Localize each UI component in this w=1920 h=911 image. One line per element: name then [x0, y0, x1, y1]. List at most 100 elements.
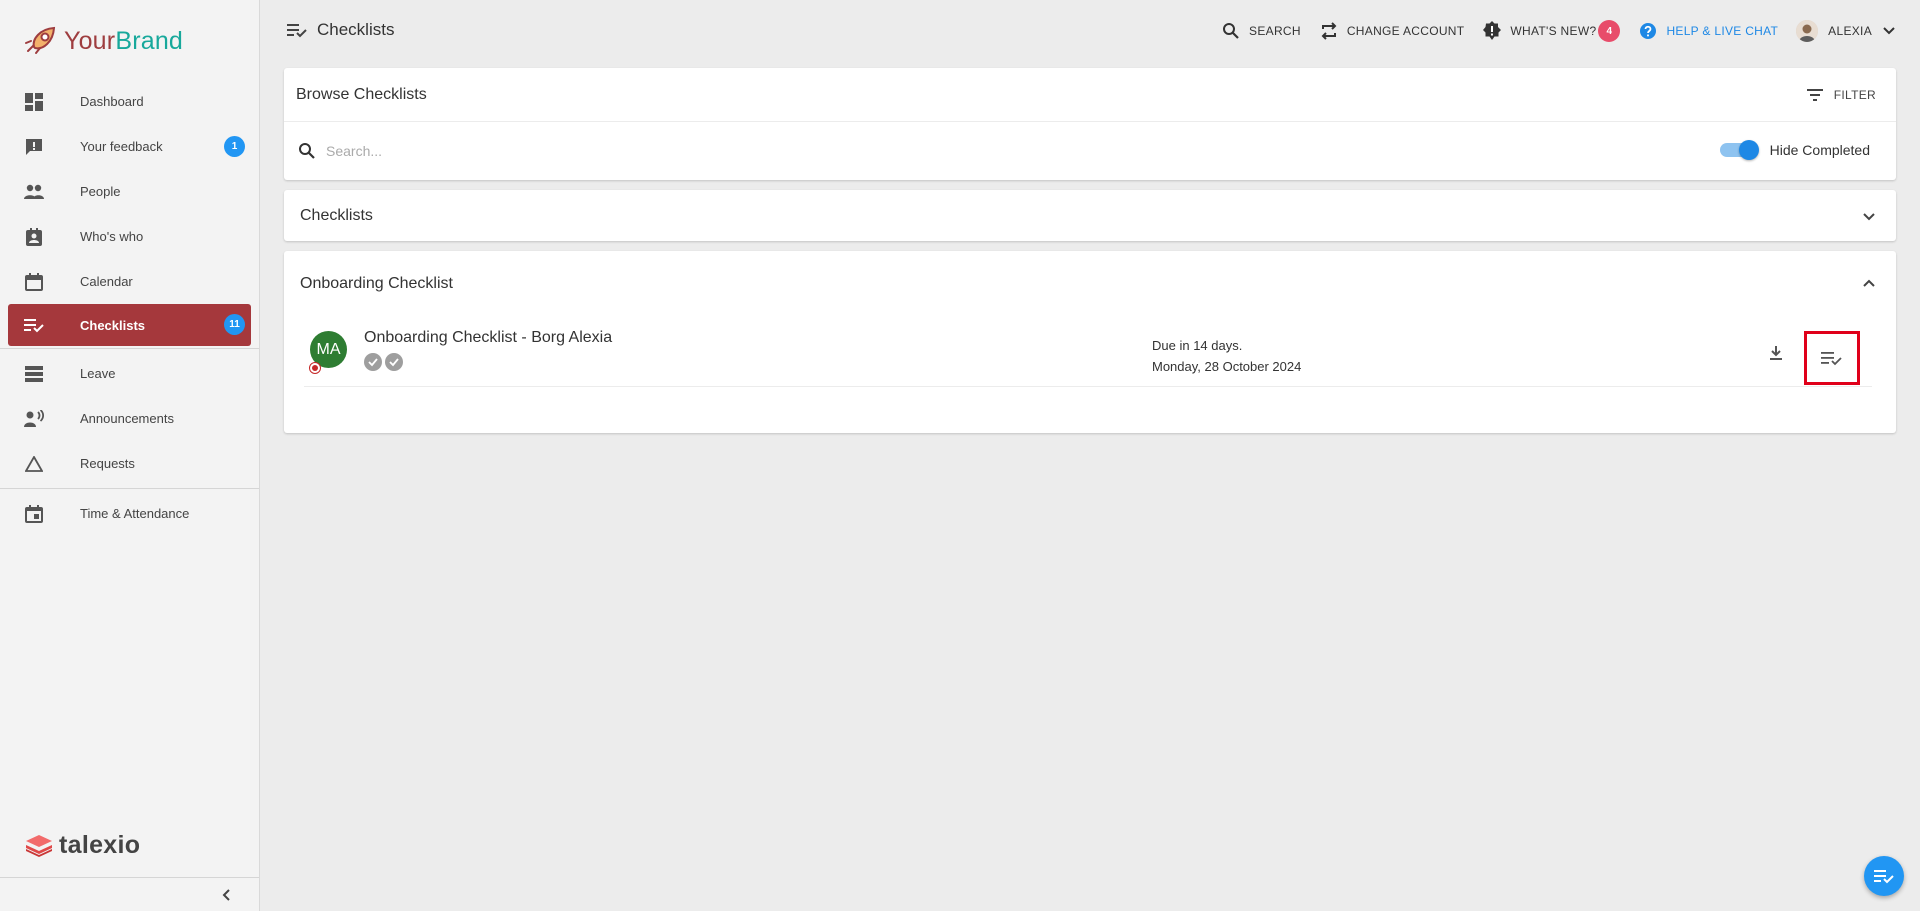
filter-button-label: FILTER: [1833, 88, 1876, 102]
alert-badge-icon: [1482, 21, 1502, 41]
sidebar-item-label: Time & Attendance: [80, 506, 190, 521]
onboarding-checklist-header[interactable]: Onboarding Checklist: [284, 251, 1896, 317]
change-account-button[interactable]: CHANGE ACCOUNT: [1319, 21, 1465, 41]
sidebar-item-checklists[interactable]: Checklists 11: [8, 304, 251, 346]
swap-icon: [1319, 21, 1339, 41]
search-button-label: SEARCH: [1249, 24, 1301, 38]
rocket-icon: [25, 26, 56, 54]
page-title-group: Checklists: [287, 20, 394, 40]
user-name: ALEXIA: [1828, 24, 1872, 38]
collapse-sidebar-icon[interactable]: [219, 887, 235, 903]
check-circle-icon: [385, 353, 403, 371]
completion-checks: [364, 353, 406, 371]
open-checklist-button[interactable]: [1804, 331, 1860, 385]
hide-completed-toggle[interactable]: [1719, 140, 1759, 160]
requests-icon: [24, 454, 44, 474]
download-icon[interactable]: [1766, 343, 1786, 363]
contact-card-icon: [24, 227, 44, 247]
onboarding-checklist-title: Onboarding Checklist: [300, 275, 453, 292]
search-input[interactable]: [326, 143, 926, 159]
brand-text-your: Your: [64, 26, 116, 55]
sidebar-item-calendar[interactable]: Calendar: [0, 259, 259, 304]
sidebar-footer: [0, 877, 259, 911]
checklist-icon: [1821, 352, 1842, 366]
sidebar-item-label: Checklists: [80, 317, 146, 333]
checklist-icon: [287, 24, 307, 38]
brand-logo[interactable]: YourBrand: [22, 24, 183, 58]
help-live-chat-label: HELP & LIVE CHAT: [1666, 24, 1779, 38]
page-title: Checklists: [317, 20, 395, 39]
sidebar-item-people[interactable]: People: [0, 169, 259, 214]
hide-completed-label: Hide Completed: [1769, 142, 1870, 158]
checklist-row-title[interactable]: Onboarding Checklist - Borg Alexia: [364, 329, 612, 347]
sidebar-item-dashboard[interactable]: Dashboard: [0, 79, 259, 124]
search-icon: [299, 143, 315, 159]
chevron-down-icon: [1883, 27, 1895, 35]
announcements-icon: [24, 409, 44, 429]
sidebar-item-label: Dashboard: [80, 94, 144, 109]
top-bar: Checklists SEARCH CHANGE ACCOUNT WHAT'S …: [261, 0, 1920, 62]
help-live-chat-button[interactable]: HELP & LIVE CHAT: [1638, 21, 1778, 41]
checklists-section[interactable]: Checklists: [284, 190, 1896, 241]
talexio-logo-icon: [26, 834, 52, 857]
sidebar-item-leave[interactable]: Leave: [0, 351, 259, 396]
chevron-down-icon[interactable]: [1860, 207, 1878, 225]
checklists-count-badge: 11: [224, 314, 245, 335]
sidebar-item-label: Announcements: [80, 411, 174, 426]
help-icon: [1638, 21, 1658, 41]
feedback-count-badge: 1: [224, 136, 245, 157]
calendar-icon: [24, 272, 44, 292]
sidebar-item-requests[interactable]: Requests: [0, 441, 259, 486]
checklist-fab-button[interactable]: [1864, 856, 1904, 896]
time-attendance-icon: [24, 504, 44, 524]
feedback-icon: [24, 137, 44, 157]
sidebar-item-time-attendance[interactable]: Time & Attendance: [0, 491, 259, 536]
sidebar-item-whos-who[interactable]: Who's who: [0, 214, 259, 259]
brand-text-brand: Brand: [115, 26, 184, 55]
dashboard-icon: [24, 92, 44, 112]
change-account-label: CHANGE ACCOUNT: [1346, 24, 1465, 38]
checklist-icon: [24, 315, 44, 335]
browse-checklists-card: Browse Checklists FILTER Hide Completed: [284, 68, 1896, 180]
due-info: Due in 14 days. Monday, 28 October 2024: [1152, 335, 1301, 377]
sidebar-item-label: Calendar: [80, 274, 133, 289]
onboarding-checklist-section: Onboarding Checklist MA Onboarding Check…: [284, 251, 1896, 433]
chevron-up-icon[interactable]: [1860, 275, 1878, 293]
search-button[interactable]: SEARCH: [1221, 21, 1301, 41]
sidebar-item-label: Requests: [80, 456, 135, 471]
search-row: Hide Completed: [284, 122, 1896, 180]
talexio-logo-text: talexio: [59, 831, 141, 859]
toggle-knob: [1738, 140, 1759, 160]
filter-icon: [1806, 89, 1823, 101]
top-actions: SEARCH CHANGE ACCOUNT WHAT'S NEW? 4 HELP…: [1203, 18, 1896, 44]
status-flag-icon: [309, 362, 321, 374]
whats-new-label: WHAT'S NEW?: [1510, 24, 1597, 38]
browse-checklists-header: Browse Checklists FILTER: [284, 68, 1896, 122]
nav-divider: [0, 488, 259, 489]
talexio-logo: talexio: [26, 831, 140, 860]
checklist-row[interactable]: MA Onboarding Checklist - Borg Alexia Du…: [304, 317, 1872, 387]
sidebar-item-announcements[interactable]: Announcements: [0, 396, 259, 441]
sidebar-item-your-feedback[interactable]: Your feedback 1: [0, 124, 259, 169]
hide-completed-control: Hide Completed: [1719, 140, 1870, 160]
leave-icon: [24, 364, 44, 384]
checklists-section-title: Checklists: [300, 206, 373, 224]
avatar: [1796, 20, 1819, 42]
sidebar-nav: Dashboard Your feedback 1 People Who's w…: [0, 79, 259, 536]
whats-new-button[interactable]: WHAT'S NEW? 4: [1482, 20, 1621, 42]
user-menu[interactable]: ALEXIA: [1796, 20, 1896, 42]
sidebar-item-label: Who's who: [80, 229, 144, 244]
browse-checklists-title: Browse Checklists: [296, 85, 427, 103]
filter-button[interactable]: FILTER: [1806, 86, 1876, 104]
checklist-icon: [1874, 870, 1894, 884]
sidebar-item-label: People: [80, 184, 121, 199]
sidebar-item-label: Leave: [80, 366, 116, 381]
search-icon: [1221, 21, 1241, 41]
sidebar: YourBrand Dashboard Your feedback 1 Peop…: [0, 0, 260, 911]
whats-new-count-badge: 4: [1598, 20, 1621, 42]
people-icon: [24, 182, 44, 202]
due-date: Monday, 28 October 2024: [1152, 359, 1302, 374]
nav-divider: [0, 348, 259, 349]
due-relative: Due in 14 days.: [1152, 338, 1243, 353]
sidebar-item-label: Your feedback: [80, 139, 163, 154]
